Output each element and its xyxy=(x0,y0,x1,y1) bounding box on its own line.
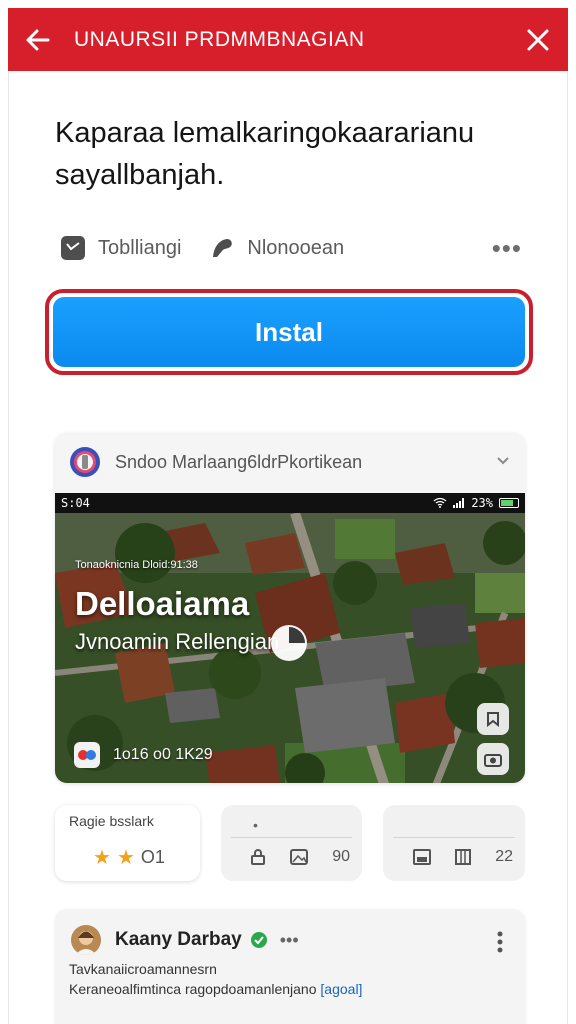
overlay-caption: Tonaoknicnia Dloid:91:38 xyxy=(75,559,198,571)
grid-icon xyxy=(455,849,472,865)
meta-row: Toblliangi Nlonooean ••• xyxy=(60,228,522,268)
rating-row: ★ ★ O1 xyxy=(93,845,165,870)
pie-progress-icon xyxy=(271,625,307,661)
chevron-down-icon[interactable] xyxy=(495,452,511,473)
avatar[interactable] xyxy=(71,925,101,955)
screenshot-preview[interactable]: S:04 23% Tonaoknicnia Dloid:91:38 Delloa… xyxy=(55,493,525,783)
arrow-left-icon xyxy=(26,29,50,50)
camera-button[interactable] xyxy=(477,743,509,775)
ellipsis-icon: ••• xyxy=(279,929,299,950)
media-tile-count: 90 xyxy=(332,848,350,865)
meta-item-publisher-label: Nlonooean xyxy=(247,236,345,259)
overlay-footer-text: 1o16 o0 1K29 xyxy=(113,746,213,763)
install-highlight: Instal xyxy=(45,289,533,375)
media-card-title: Sndoo Marlaang6ldrPkortikean xyxy=(115,451,363,472)
lock-icon xyxy=(251,849,265,865)
more-options-icon[interactable]: ••• xyxy=(492,235,522,261)
comment-text-line-1: Tavkanaiicroamannesrn xyxy=(69,961,217,977)
status-time: S:04 xyxy=(61,496,90,510)
page-title: UNAURSII PRDMMBNAGIAN xyxy=(74,27,365,51)
signal-icon xyxy=(453,498,465,508)
headline-line-2: sayallbanjah. xyxy=(55,159,225,191)
tile-marker: • xyxy=(253,817,258,833)
commenter-name[interactable]: Kaany Darbay xyxy=(115,929,242,951)
overlay-footer: 1o16 o0 1K29 xyxy=(73,741,213,769)
close-icon xyxy=(527,29,549,50)
overlay-title: Delloaiama xyxy=(75,585,250,622)
comment-text-line-2: Keraneoalfimtinca ragopdoamanlenjano [ag… xyxy=(69,981,362,997)
comment-link[interactable]: [agoal] xyxy=(320,981,362,997)
comment-card: Kaany Darbay ••• Tavkanaiicroamannesrn K… xyxy=(55,909,525,1024)
verified-badge-icon xyxy=(250,932,267,948)
meta-item-category-label: Toblliangi xyxy=(98,236,182,259)
bookmark-button[interactable] xyxy=(477,703,509,735)
battery-percent: 23% xyxy=(471,496,493,510)
battery-icon xyxy=(499,498,519,508)
comment-text-body: Keraneoalfimtinca ragopdoamanlenjano xyxy=(69,981,317,997)
bookmark-icon xyxy=(487,712,499,727)
media-tile-icons: 90 xyxy=(251,848,350,866)
comment-header: Kaany Darbay ••• xyxy=(71,925,299,955)
gallery-tile[interactable]: 22 xyxy=(383,805,525,881)
overlay-subtitle: Jvnoamin Rellengian xyxy=(75,629,280,654)
media-card: Sndoo Marlaang6ldrPkortikean S:04 23% To… xyxy=(55,433,525,783)
app-logo-icon xyxy=(74,742,100,768)
photo-icon xyxy=(413,849,431,865)
gallery-tile-count: 22 xyxy=(495,848,513,865)
headline: Kaparaa lemalkaringokaararianu sayallban… xyxy=(55,112,535,196)
meta-item-category[interactable]: Toblliangi xyxy=(60,235,181,261)
meta-item-publisher[interactable]: Nlonooean xyxy=(209,235,344,261)
media-tile[interactable]: • 90 xyxy=(221,805,362,881)
status-icons: 23% xyxy=(433,496,519,510)
back-button[interactable] xyxy=(8,8,68,71)
headline-line-1: Kaparaa lemalkaringokaararianu xyxy=(55,117,475,149)
tile-divider xyxy=(231,837,352,838)
install-button[interactable]: Instal xyxy=(53,297,525,367)
image-icon xyxy=(289,849,308,865)
star-icon: ★ xyxy=(93,847,111,869)
kebab-menu-icon[interactable] xyxy=(497,931,503,953)
tile-divider xyxy=(393,837,515,838)
top-app-bar: UNAURSII PRDMMBNAGIAN xyxy=(8,8,568,71)
star-icon: ★ xyxy=(116,847,135,869)
status-bar: S:04 23% xyxy=(55,493,525,513)
gallery-tile-icons: 22 xyxy=(413,848,513,866)
pin-icon xyxy=(213,239,233,257)
channel-avatar xyxy=(70,447,100,477)
camera-icon xyxy=(484,754,502,767)
comment-bubble-icon: O1 xyxy=(140,847,165,867)
media-card-header[interactable]: Sndoo Marlaang6ldrPkortikean xyxy=(55,433,525,491)
wifi-icon xyxy=(433,498,447,508)
close-button[interactable] xyxy=(508,8,568,71)
rating-tile[interactable]: Ragie bsslark ★ ★ O1 xyxy=(55,805,200,881)
app-badge-icon xyxy=(61,236,85,260)
rating-tile-label: Ragie bsslark xyxy=(69,813,154,829)
